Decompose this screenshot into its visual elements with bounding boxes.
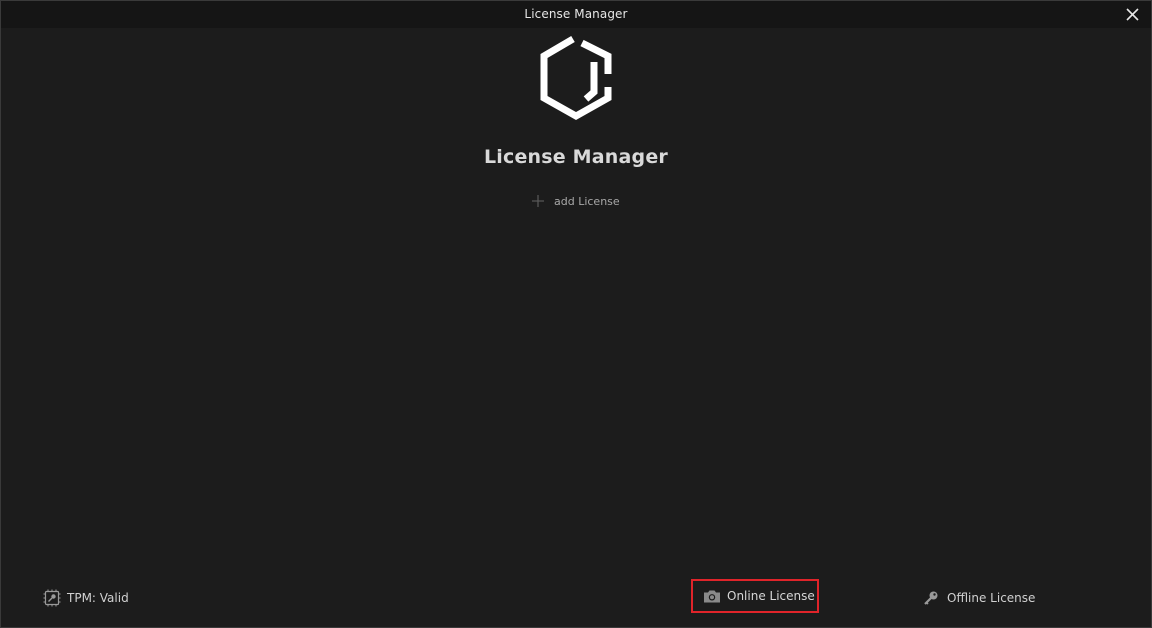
online-license-label: Online License — [727, 589, 815, 603]
window-title: License Manager — [524, 7, 628, 21]
online-license-button[interactable]: Online License — [691, 579, 819, 613]
add-license-label: add License — [554, 194, 620, 208]
add-license-button[interactable]: add License — [531, 192, 620, 210]
close-icon — [1126, 8, 1139, 21]
page-heading: License Manager — [483, 146, 669, 168]
offline-license-button[interactable]: Offline License — [923, 589, 1035, 607]
license-manager-window: License Manager License Manager add Lice… — [0, 0, 1152, 628]
key-icon — [924, 591, 938, 605]
app-logo — [538, 35, 614, 121]
camera-icon — [704, 590, 720, 603]
chip-key-icon — [43, 589, 61, 607]
plus-icon — [532, 195, 544, 207]
tpm-status-label: TPM: Valid — [67, 591, 129, 605]
tpm-status: TPM: Valid — [43, 589, 129, 607]
close-button[interactable] — [1124, 6, 1141, 23]
offline-license-label: Offline License — [947, 591, 1036, 605]
title-bar: License Manager — [1, 1, 1151, 28]
hexagon-logo-icon — [540, 35, 612, 121]
